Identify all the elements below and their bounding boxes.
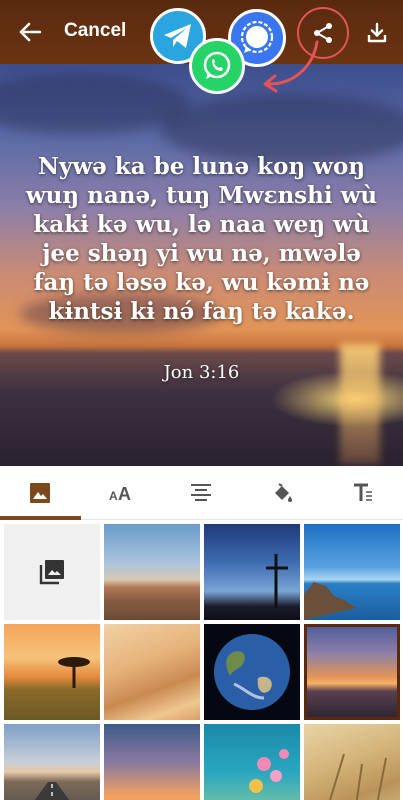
background-pink-flowers[interactable] [204,724,300,800]
svg-text:A: A [118,484,131,503]
whatsapp-share-button[interactable] [189,38,245,94]
align-icon [191,483,212,501]
fill-color-icon [275,482,293,502]
verse-text: Nywə ka be lunə koŋ woŋ wuŋ nanə, tuŋ Mw… [25,153,378,325]
tab-font-size[interactable]: A A [81,466,162,519]
verse-reference: Jon 3:16 [163,362,240,383]
pick-from-gallery-button[interactable] [4,524,100,620]
telegram-icon [164,24,191,48]
tab-background-image[interactable] [0,466,81,520]
image-icon [30,482,51,503]
globe-shape [214,634,290,710]
svg-text:A: A [109,489,118,503]
wheat-shape [329,753,387,800]
tab-fill-color[interactable] [242,466,323,519]
background-sky-gradient[interactable] [104,724,200,800]
background-road-sunset[interactable] [4,724,100,800]
back-arrow-icon[interactable] [12,16,48,48]
photo-library-icon [39,560,64,585]
background-earth-globe[interactable] [204,624,300,720]
font-size-icon: A A [109,484,131,503]
tab-text-align[interactable] [161,466,242,519]
road-shape [34,782,70,800]
background-wheat-field[interactable] [304,724,400,800]
download-icon [367,22,387,43]
rocks-shape [304,582,356,620]
download-button[interactable] [360,16,394,50]
whatsapp-icon [203,51,231,79]
background-cross-silhouette[interactable] [204,524,300,620]
background-sand-dunes[interactable] [104,624,200,720]
cross-icon [266,554,288,608]
hint-arrow-icon [263,40,319,93]
background-rocky-coast[interactable] [304,524,400,620]
background-savanna-tree[interactable] [4,624,100,720]
tree-shape [58,657,90,688]
background-desert-mountains[interactable] [104,524,200,620]
background-grid [0,520,403,800]
cancel-button[interactable]: Cancel [64,20,126,42]
background-sunset-sea[interactable] [304,624,400,720]
flowers-shape [249,749,289,793]
editor-toolbar: A A [0,466,403,520]
text-format-icon [353,483,372,501]
verse-preview-image: Nywə ka be lunə koŋ woŋ wuŋ nanə, tuŋ Mw… [0,64,403,466]
tab-text-format[interactable] [322,466,403,519]
